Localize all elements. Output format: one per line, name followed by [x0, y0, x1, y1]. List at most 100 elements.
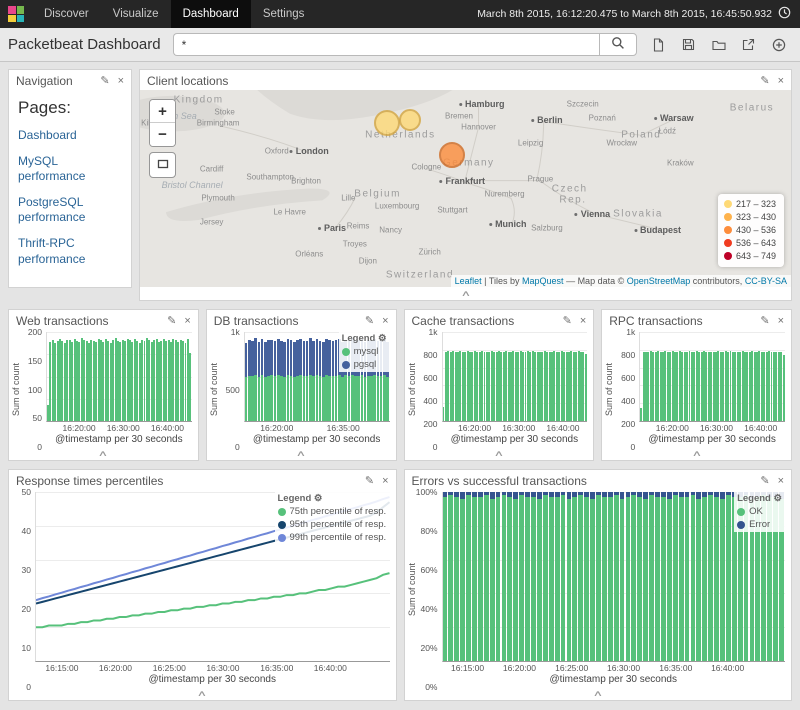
- bar-segment: [578, 492, 584, 496]
- edit-panel-icon[interactable]: ✎: [365, 475, 374, 487]
- toolbar-icons: [645, 33, 792, 57]
- nav-item-visualize[interactable]: Visualize: [101, 0, 171, 28]
- remove-panel-icon[interactable]: ×: [778, 75, 784, 87]
- attribution-link[interactable]: CC-BY-SA: [745, 276, 787, 286]
- remove-panel-icon[interactable]: ×: [382, 475, 388, 487]
- edit-panel-icon[interactable]: ✎: [167, 315, 176, 327]
- client-location-marker[interactable]: [374, 110, 401, 137]
- remove-panel-icon[interactable]: ×: [778, 475, 784, 487]
- remove-panel-icon[interactable]: ×: [118, 75, 124, 87]
- bar-segment: [725, 495, 731, 661]
- legend-gear-icon[interactable]: ⚙: [771, 493, 782, 504]
- y-tick-label: 200: [621, 419, 636, 429]
- y-axis: 0 500 1k: [220, 327, 244, 452]
- edit-panel-icon[interactable]: ✎: [760, 75, 769, 87]
- x-tick-label: 16:30:00: [502, 423, 536, 433]
- attribution-link[interactable]: OpenStreetMap: [627, 276, 691, 286]
- bar-segment: [370, 376, 373, 421]
- bar-segment: [720, 492, 725, 499]
- query-input[interactable]: [172, 33, 599, 56]
- nav-page-link[interactable]: Thrift-RPC performance: [18, 236, 122, 267]
- bar-segment: [631, 495, 637, 661]
- attribution-link[interactable]: MapQuest: [522, 276, 564, 286]
- nav-page-link[interactable]: PostgreSQL performance: [18, 195, 122, 226]
- bar-segment: [554, 492, 560, 498]
- x-tick-label: 16:20:00: [98, 663, 133, 673]
- legend-item[interactable]: 99th percentile of resp...: [277, 532, 387, 543]
- x-tick-label: 16:35:00: [260, 663, 294, 673]
- bar-segment: [257, 376, 261, 421]
- load-dashboard-icon[interactable]: [705, 33, 732, 57]
- zoom-out-button[interactable]: −: [150, 123, 175, 146]
- legend-item[interactable]: 75th percentile of resp...: [277, 506, 387, 517]
- legend-color-dot: [723, 226, 732, 235]
- remove-panel-icon[interactable]: ×: [778, 315, 784, 327]
- zoom-in-button[interactable]: +: [150, 100, 175, 123]
- save-dashboard-icon[interactable]: [675, 33, 702, 57]
- bar-segment: [625, 497, 631, 661]
- legend-gear-icon[interactable]: ⚙: [375, 333, 387, 344]
- draw-rectangle-tool[interactable]: [149, 152, 176, 178]
- bar-segment: [472, 492, 477, 498]
- edit-panel-icon[interactable]: ✎: [100, 75, 109, 87]
- search-button[interactable]: [599, 33, 637, 56]
- edit-panel-icon[interactable]: ✎: [760, 315, 769, 327]
- nav-item-dashboard[interactable]: Dashboard: [170, 0, 251, 28]
- legend-item[interactable]: Error: [737, 519, 782, 530]
- y-tick-label: 800: [423, 350, 438, 360]
- legend-item[interactable]: 95th percentile of resp...: [277, 519, 387, 530]
- remove-panel-icon[interactable]: ×: [382, 315, 388, 327]
- collapse-panel-button[interactable]: ∧: [9, 687, 396, 700]
- edit-panel-icon[interactable]: ✎: [365, 315, 374, 327]
- x-tick-label: 16:20:00: [62, 423, 96, 433]
- plot-area: [639, 332, 785, 422]
- x-axis-title: @timestamp per 30 seconds: [252, 434, 381, 445]
- bar-segment: [714, 497, 719, 661]
- legend-gear-icon[interactable]: ⚙: [311, 493, 323, 504]
- legend-title-text: Legend: [341, 333, 376, 344]
- y-axis: 0 10 20 30 40 50: [11, 487, 35, 692]
- legend-item[interactable]: pgsql: [341, 359, 387, 370]
- share-dashboard-icon[interactable]: [735, 33, 762, 57]
- y-tick-label: 60%: [420, 565, 438, 575]
- bar-segment: [590, 498, 595, 661]
- y-tick-label: 1k: [626, 327, 636, 337]
- bar-segment: [596, 495, 601, 661]
- x-axis-title: @timestamp per 30 seconds: [55, 434, 183, 445]
- client-location-marker[interactable]: [399, 108, 422, 131]
- collapse-panel-button[interactable]: ∧: [405, 687, 792, 700]
- add-visualization-icon[interactable]: [765, 33, 792, 57]
- map-canvas[interactable]: + − 217 – 323 323 – 430 430 – 536 536 – 643…: [140, 90, 791, 287]
- bar-segment: [690, 492, 696, 496]
- nav-item-settings[interactable]: Settings: [251, 0, 317, 28]
- bar-segment: [572, 497, 578, 661]
- bar-segment: [649, 495, 654, 661]
- logo-square: [16, 6, 24, 14]
- nav-item-discover[interactable]: Discover: [32, 0, 101, 28]
- attribution-link[interactable]: Leaflet: [455, 276, 482, 286]
- nav-page-link[interactable]: Dashboard: [18, 128, 122, 144]
- legend-item[interactable]: OK: [737, 506, 782, 517]
- edit-panel-icon[interactable]: ✎: [563, 315, 572, 327]
- panel-db-transactions: DB transactions ✎ × Sum of count 0 500 1k Le…: [205, 309, 397, 461]
- legend-item[interactable]: mysql: [341, 346, 387, 357]
- bar-segment: [702, 497, 708, 661]
- new-dashboard-icon[interactable]: [645, 33, 672, 57]
- y-tick-label: 0: [432, 442, 438, 452]
- errors-vs-ok-chart: Sum of count 0% 20% 40% 60% 80% 100% Legend ⚙ OK…: [405, 487, 792, 692]
- map-legend: 217 – 323 323 – 430 430 – 536 536 – 643 643 …: [717, 193, 784, 267]
- nav-page-link[interactable]: MySQL performance: [18, 154, 122, 185]
- panel-rpc-transactions: RPC transactions ✎ × Sum of count 0 200 400…: [601, 309, 792, 461]
- remove-panel-icon[interactable]: ×: [184, 315, 190, 327]
- remove-panel-icon[interactable]: ×: [580, 315, 586, 327]
- collapse-panel-button[interactable]: ∧: [140, 287, 791, 300]
- legend-color-dot: [723, 213, 732, 222]
- bar-segment: [507, 497, 513, 661]
- y-axis: 0 200 400 600 800 1k: [615, 327, 639, 452]
- time-range[interactable]: March 8th 2015, 16:12:20.475 to March 8t…: [477, 0, 800, 28]
- client-location-marker[interactable]: [439, 142, 466, 168]
- bar-segment: [584, 492, 590, 498]
- panel-title: Response times percentiles: [16, 474, 164, 488]
- edit-panel-icon[interactable]: ✎: [760, 475, 769, 487]
- bar-segment: [666, 492, 672, 499]
